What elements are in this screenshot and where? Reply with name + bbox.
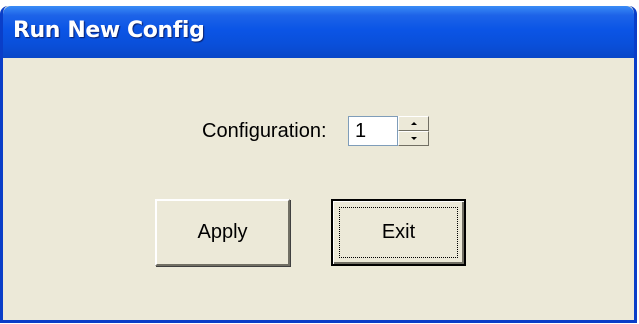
configuration-label: Configuration: [202,120,327,142]
apply-button-label: Apply [197,221,248,243]
apply-button[interactable]: Apply [155,199,290,266]
dialog-body: Configuration: Apply Exit [3,58,634,320]
spin-down-arrow-icon [410,137,417,140]
exit-button[interactable]: Exit [331,199,466,266]
window-title: Run New Config [13,18,205,43]
title-bar[interactable]: Run New Config [3,6,634,58]
spin-up-button[interactable] [398,116,429,131]
exit-button-label: Exit [381,221,416,243]
spin-down-button[interactable] [398,131,429,146]
run-new-config-dialog: Run New Config Configuration: Apply Exit [0,6,637,323]
configuration-input[interactable] [348,116,398,146]
spin-up-arrow-icon [410,122,417,125]
